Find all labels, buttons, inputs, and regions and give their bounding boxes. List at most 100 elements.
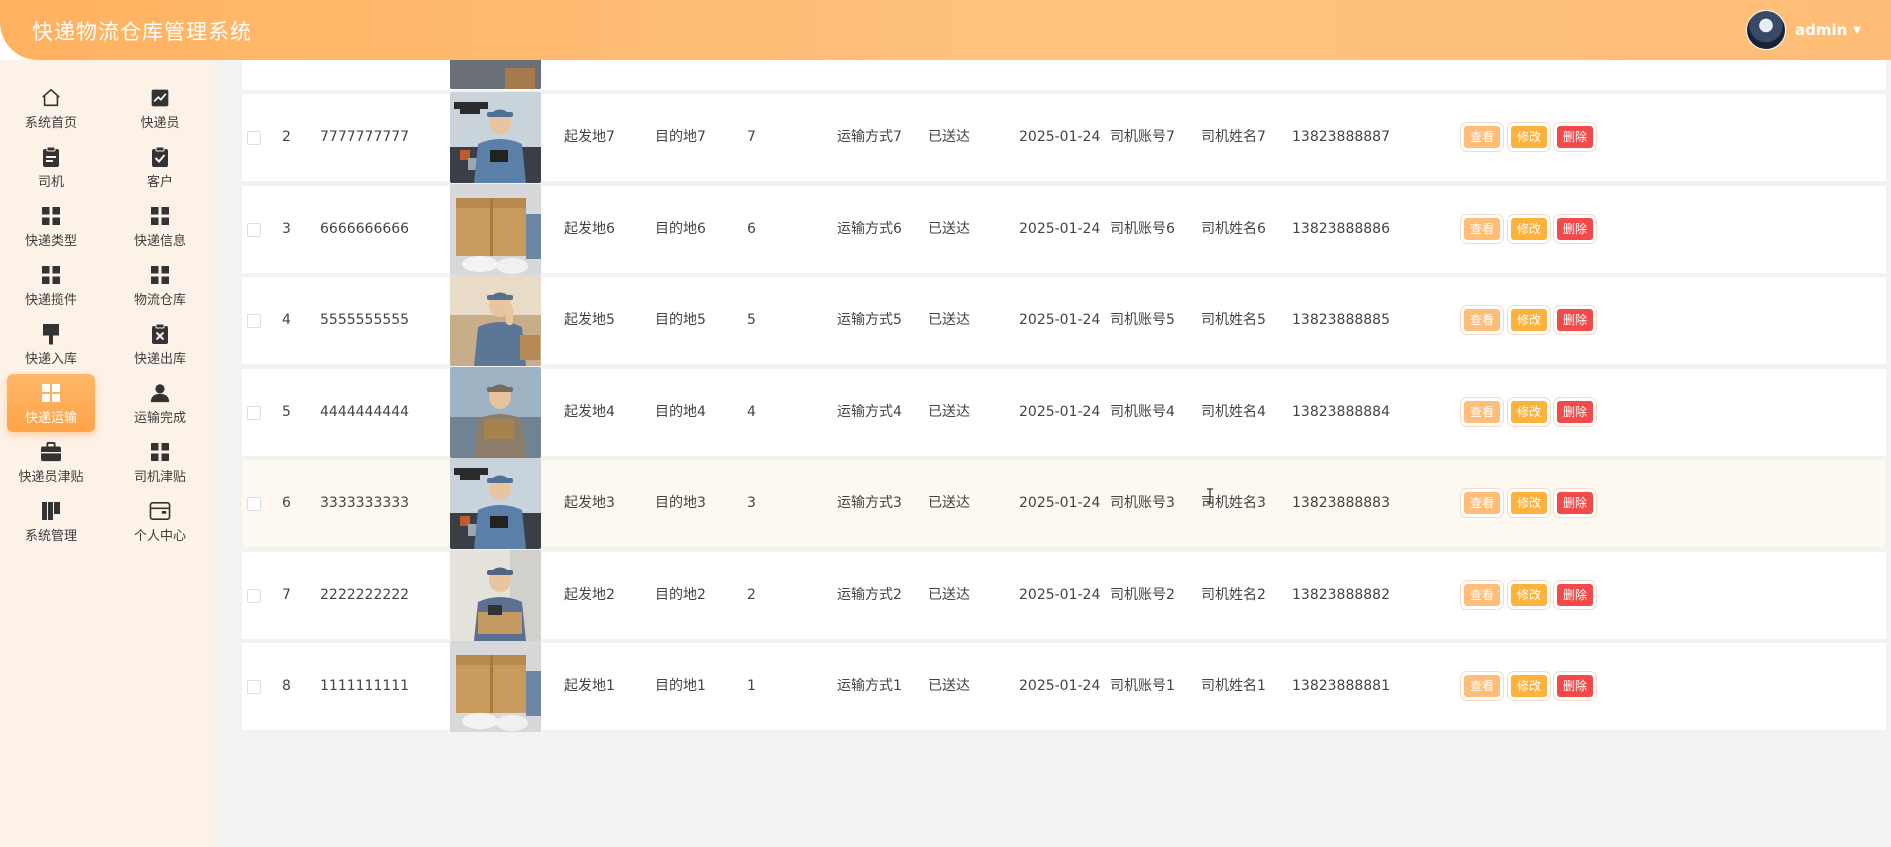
cell-method: 运输方式4 bbox=[837, 403, 902, 420]
cell-method: 运输方式1 bbox=[837, 678, 902, 694]
view-button[interactable]: 查看 bbox=[1464, 217, 1501, 240]
sidebar-item-label: 快递类型 bbox=[24, 234, 77, 249]
row-checkbox[interactable] bbox=[247, 588, 261, 603]
view-button[interactable]: 查看 bbox=[1464, 400, 1501, 423]
grid-icon bbox=[148, 440, 172, 464]
row-checkbox[interactable] bbox=[247, 314, 261, 328]
sidebar-item-14[interactable]: 司机津贴 bbox=[116, 433, 204, 491]
cell-qty: 1 bbox=[747, 678, 756, 694]
row-checkbox[interactable] bbox=[247, 405, 261, 420]
main-content: 2 7777777777 起发地7 目的地7 7 运输方式7 已送达 2025-01-24 司机… bbox=[215, 60, 1891, 847]
grid-icon bbox=[148, 204, 172, 228]
row-checkbox[interactable] bbox=[247, 497, 261, 511]
view-button[interactable]: 查看 bbox=[1464, 675, 1501, 697]
row-checkbox[interactable] bbox=[247, 222, 261, 237]
cell-qty: 6 bbox=[747, 220, 756, 237]
top-header: 快递物流仓库管理系统 admin ▼ bbox=[0, 0, 1891, 60]
cell-code: 5555555555 bbox=[320, 312, 410, 328]
cell-driver-account: 司机账号3 bbox=[1110, 495, 1175, 511]
table-row-partial bbox=[242, 60, 1886, 90]
edit-button[interactable]: 修改 bbox=[1511, 492, 1548, 514]
sidebar-item-6[interactable]: 快递信息 bbox=[116, 197, 204, 255]
sidebar-item-2[interactable]: 快递员 bbox=[116, 79, 204, 137]
view-button[interactable]: 查看 bbox=[1464, 126, 1501, 148]
sidebar-item-label: 快递运输 bbox=[24, 411, 77, 426]
cell-origin: 起发地3 bbox=[564, 495, 615, 511]
avatar[interactable] bbox=[1745, 10, 1786, 50]
table-row[interactable]: 2 7777777777 起发地7 目的地7 7 运输方式7 已送达 2025-01-24 司机… bbox=[242, 92, 1886, 183]
delete-button[interactable]: 删除 bbox=[1557, 126, 1594, 148]
user-menu[interactable]: admin ▼ bbox=[1745, 10, 1861, 50]
sidebar-item-label: 司机 bbox=[37, 175, 64, 190]
edit-button[interactable]: 修改 bbox=[1511, 400, 1548, 423]
row-checkbox[interactable] bbox=[247, 131, 261, 145]
cell-method: 运输方式7 bbox=[837, 129, 902, 145]
cell-index: 6 bbox=[282, 495, 291, 511]
cell-phone: 13823888884 bbox=[1292, 403, 1390, 420]
table-row[interactable]: 3 6666666666 起发地6 目的地6 6 运输方式6 已送达 2025-01-24 司机… bbox=[242, 183, 1886, 275]
sidebar-item-1[interactable]: 系统首页 bbox=[7, 79, 95, 137]
sidebar-item-7[interactable]: 快递揽件 bbox=[7, 256, 95, 314]
username[interactable]: admin bbox=[1795, 21, 1847, 39]
edit-button[interactable]: 修改 bbox=[1511, 583, 1548, 606]
cell-index: 8 bbox=[282, 678, 291, 694]
table-row[interactable]: 4 5555555555 起发地5 目的地5 5 运输方式5 已送达 2025-01-24 司机… bbox=[242, 275, 1886, 366]
cell-dest: 目的地2 bbox=[655, 586, 706, 603]
delete-button[interactable]: 删除 bbox=[1557, 492, 1594, 514]
view-button[interactable]: 查看 bbox=[1464, 492, 1501, 514]
cell-date: 2025-01-24 bbox=[1019, 129, 1101, 145]
cell-date: 2025-01-24 bbox=[1019, 678, 1101, 694]
cell-origin: 起发地4 bbox=[564, 403, 615, 420]
cell-driver-account: 司机账号5 bbox=[1110, 312, 1175, 328]
cell-driver-name: 司机姓名5 bbox=[1201, 312, 1266, 328]
cell-phone: 13823888886 bbox=[1292, 220, 1390, 237]
delete-button[interactable]: 删除 bbox=[1557, 675, 1594, 697]
sidebar-item-9[interactable]: 快递入库 bbox=[7, 315, 95, 373]
sidebar-item-13[interactable]: 快递员津贴 bbox=[7, 433, 95, 491]
edit-button[interactable]: 修改 bbox=[1511, 309, 1548, 331]
sidebar-item-3[interactable]: 司机 bbox=[7, 138, 95, 196]
edit-button[interactable]: 修改 bbox=[1511, 675, 1548, 697]
sidebar-item-4[interactable]: 客户 bbox=[116, 138, 204, 196]
cell-driver-name: 司机姓名1 bbox=[1201, 678, 1266, 694]
delete-button[interactable]: 删除 bbox=[1557, 400, 1594, 423]
edit-button[interactable]: 修改 bbox=[1511, 126, 1548, 148]
delete-button[interactable]: 删除 bbox=[1557, 217, 1594, 240]
cell-code: 3333333333 bbox=[320, 495, 410, 511]
table-row[interactable]: 5 4444444444 起发地4 目的地4 4 运输方式4 已送达 2025-01-24 司机… bbox=[242, 366, 1886, 458]
sidebar-item-8[interactable]: 物流仓库 bbox=[116, 256, 204, 314]
cell-status: 已送达 bbox=[928, 586, 970, 603]
sidebar-item-10[interactable]: 快递出库 bbox=[116, 315, 204, 373]
cell-driver-name: 司机姓名7 bbox=[1201, 129, 1266, 145]
table-row[interactable]: 6 3333333333 起发地3 目的地3 3 运输方式3 已送达 2025-01-24 司机… bbox=[242, 458, 1886, 549]
view-button[interactable]: 查看 bbox=[1464, 583, 1501, 606]
cell-dest: 目的地6 bbox=[655, 220, 706, 237]
cell-phone: 13823888885 bbox=[1292, 312, 1390, 328]
cell-dest: 目的地7 bbox=[655, 129, 706, 145]
sidebar-item-15[interactable]: 系统管理 bbox=[7, 492, 95, 550]
row-image bbox=[450, 549, 541, 641]
clipboard-check-icon bbox=[148, 145, 172, 169]
cell-status: 已送达 bbox=[928, 129, 970, 145]
table-row[interactable]: 8 1111111111 起发地1 目的地1 1 运输方式1 已送达 2025-01-24 司机… bbox=[242, 641, 1886, 732]
cell-date: 2025-01-24 bbox=[1019, 403, 1101, 420]
delete-button[interactable]: 删除 bbox=[1557, 309, 1594, 331]
sidebar-item-5[interactable]: 快递类型 bbox=[7, 197, 95, 255]
sidebar-item-12[interactable]: 运输完成 bbox=[116, 374, 204, 432]
cell-qty: 2 bbox=[747, 586, 756, 603]
cell-code: 4444444444 bbox=[320, 403, 410, 420]
sidebar-item-16[interactable]: 个人中心 bbox=[116, 492, 204, 550]
table-row[interactable]: 7 2222222222 起发地2 目的地2 2 运输方式2 已送达 2025-01-24 司机… bbox=[242, 549, 1886, 641]
sidebar-item-label: 个人中心 bbox=[133, 529, 186, 544]
cell-method: 运输方式5 bbox=[837, 312, 902, 328]
view-button[interactable]: 查看 bbox=[1464, 309, 1501, 331]
delete-button[interactable]: 删除 bbox=[1557, 583, 1594, 606]
sidebar-item-11[interactable]: 快递运输 bbox=[7, 374, 95, 432]
cell-phone: 13823888887 bbox=[1292, 129, 1390, 145]
cell-driver-account: 司机账号6 bbox=[1110, 220, 1175, 237]
text-cursor-icon bbox=[1207, 488, 1213, 504]
edit-button[interactable]: 修改 bbox=[1511, 217, 1548, 240]
app-title: 快递物流仓库管理系统 bbox=[32, 20, 252, 44]
row-checkbox[interactable] bbox=[247, 680, 261, 694]
chevron-down-icon[interactable]: ▼ bbox=[1853, 25, 1861, 36]
